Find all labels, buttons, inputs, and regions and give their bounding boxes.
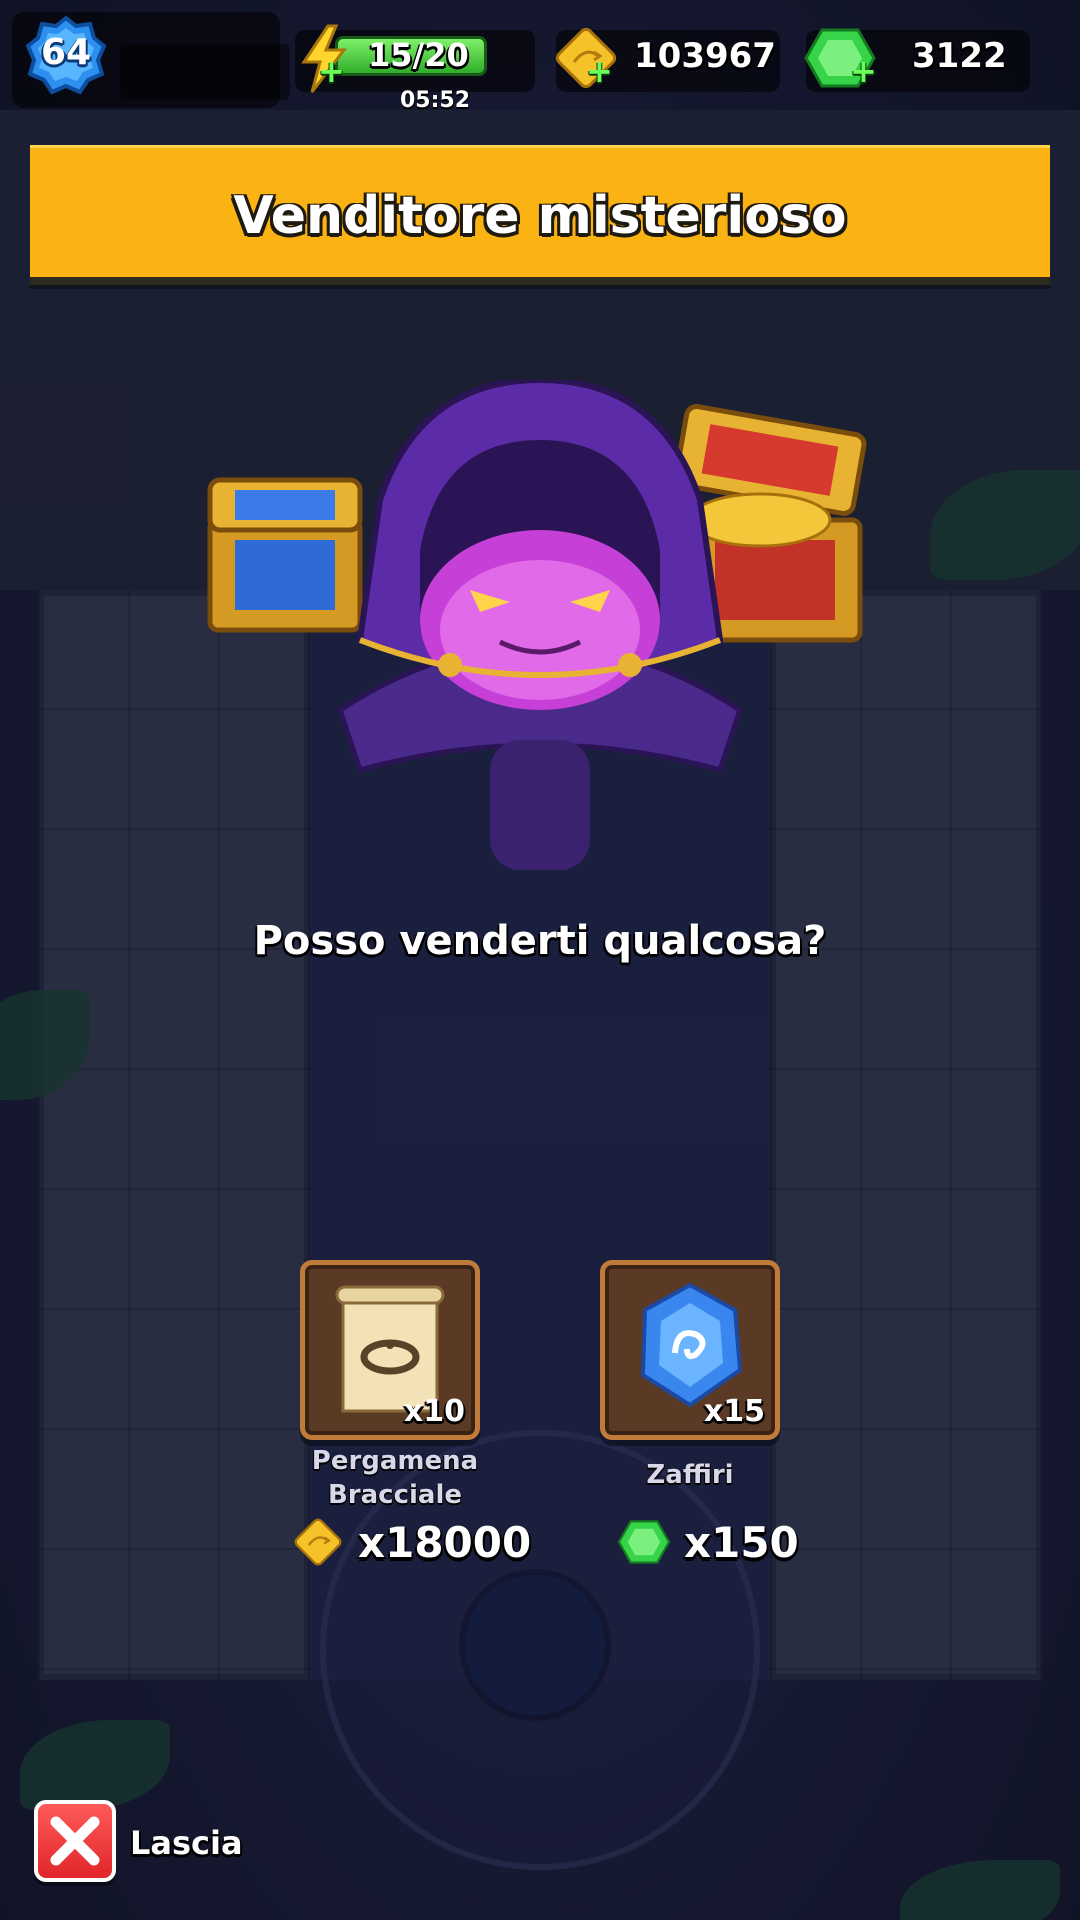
gem-icon bbox=[617, 1520, 671, 1564]
blue-treasure-chest-icon bbox=[207, 477, 363, 633]
energy-timer: 05:52 bbox=[400, 88, 471, 113]
item-quantity: x10 bbox=[403, 1394, 465, 1429]
gold-plus-icon[interactable]: + bbox=[586, 52, 613, 90]
shop-item-bracelet-scroll[interactable]: x10 bbox=[300, 1260, 480, 1440]
energy-plus-icon[interactable]: + bbox=[318, 52, 345, 90]
item-price[interactable]: x18000 bbox=[290, 1514, 531, 1570]
gem-amount: 3122 bbox=[912, 36, 1007, 76]
close-icon bbox=[50, 1816, 100, 1866]
top-hud: 64 + 15/20 05:52 + 103967 + 3122 bbox=[0, 0, 1080, 120]
shop-item-sapphires[interactable]: x15 bbox=[600, 1260, 780, 1440]
gem-plus-icon[interactable]: + bbox=[850, 52, 877, 90]
item-name: Zaffiri bbox=[646, 1460, 734, 1490]
energy-value: 15/20 bbox=[368, 36, 469, 74]
title-banner: Venditore misterioso bbox=[30, 145, 1050, 285]
gold-coin-icon bbox=[294, 1518, 342, 1566]
mysterious-merchant-illustration bbox=[207, 380, 867, 870]
item-name: Pergamena Bracciale bbox=[311, 1446, 479, 1510]
player-level-number: 64 bbox=[40, 32, 92, 73]
player-level-badge[interactable]: 64 bbox=[24, 14, 108, 98]
dialog-title: Venditore misterioso bbox=[233, 186, 847, 246]
item-price-value: x150 bbox=[684, 1517, 799, 1567]
leave-label[interactable]: Lascia bbox=[130, 1824, 243, 1862]
gold-amount: 103967 bbox=[634, 36, 776, 76]
xp-bar bbox=[120, 44, 290, 100]
merchant-question: Posso venderti qualcosa? bbox=[253, 918, 827, 964]
leave-button[interactable] bbox=[34, 1800, 116, 1882]
item-price[interactable]: x150 bbox=[616, 1514, 799, 1570]
item-quantity: x15 bbox=[703, 1394, 765, 1429]
item-price-value: x18000 bbox=[358, 1517, 532, 1567]
